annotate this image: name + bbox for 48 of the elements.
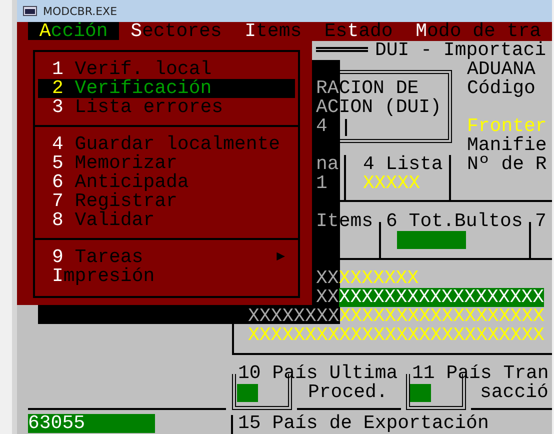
placeholder-text: XX: [316, 288, 339, 307]
placeholder-text: XXXXXXXXXXXXXXXXXX: [338, 288, 544, 307]
menu-item[interactable]: 5 Memorizar: [38, 154, 295, 173]
placeholder-text: XX: [316, 269, 339, 288]
menu-item[interactable]: 3 Lista errores: [38, 98, 295, 117]
declaration-number: 4: [316, 117, 328, 136]
menu-item[interactable]: 2 Verificación: [38, 79, 295, 98]
menu-item[interactable]: 4 Guardar localmente: [38, 135, 295, 154]
field-label: 10 País Ultima: [238, 364, 398, 383]
field-label: Proced.: [308, 383, 388, 402]
field-label: 15 País de Exportación: [238, 414, 489, 433]
field-label: Fronter: [467, 117, 547, 136]
menu-item[interactable]: Estado: [313, 22, 404, 41]
field-label: 4 Lista: [363, 155, 443, 174]
field-label: na: [316, 155, 339, 174]
text-cursor-icon: [345, 119, 347, 136]
menu-item[interactable]: 9 Tareas ▶: [38, 248, 295, 267]
menu-item[interactable]: Acción: [28, 22, 120, 41]
menu-item[interactable]: Impresión: [38, 267, 295, 286]
menu-item[interactable]: 1 Verif. local: [38, 60, 295, 79]
input-field[interactable]: 63055: [28, 414, 155, 433]
field-label: 6 Tot.Bultos: [386, 212, 523, 231]
input-field[interactable]: [397, 231, 466, 249]
field-label: Manifie: [467, 136, 547, 155]
field-label: 11 País Tran: [412, 364, 549, 383]
placeholder-text: XXXXXXXX: [248, 307, 340, 326]
menu-item[interactable]: Modo de tra: [404, 22, 552, 41]
placeholder-text: XXXXXXXXXXXXXXXXXXXXXXXXXX: [248, 326, 544, 345]
declaration-label: RACION DE: [316, 79, 419, 98]
field-value: XXXXX: [363, 174, 420, 193]
window-title: MODCBR.EXE: [43, 4, 118, 18]
input-field[interactable]: [237, 384, 258, 402]
field-label: Nº de R: [467, 155, 547, 174]
app-icon: [23, 6, 37, 16]
menu-item[interactable]: 8 Validar: [38, 211, 295, 230]
field-label: 7: [535, 212, 546, 231]
menu-item[interactable]: 6 Anticipada: [38, 173, 295, 192]
field-label: Código: [467, 79, 536, 98]
menu-item[interactable]: Sectores: [119, 22, 234, 41]
menu-item[interactable]: 7 Registrar: [38, 192, 295, 211]
field-label: sacció: [480, 383, 548, 402]
field-label: Items: [316, 212, 374, 231]
form-title: DUI - Importaci: [375, 41, 546, 60]
field-label: ADUANA: [467, 60, 536, 79]
declaration-label: ACION (DUI): [316, 98, 442, 117]
menu-item[interactable]: Items: [233, 22, 314, 41]
input-field[interactable]: [410, 384, 431, 402]
field-value: 1: [316, 174, 328, 193]
